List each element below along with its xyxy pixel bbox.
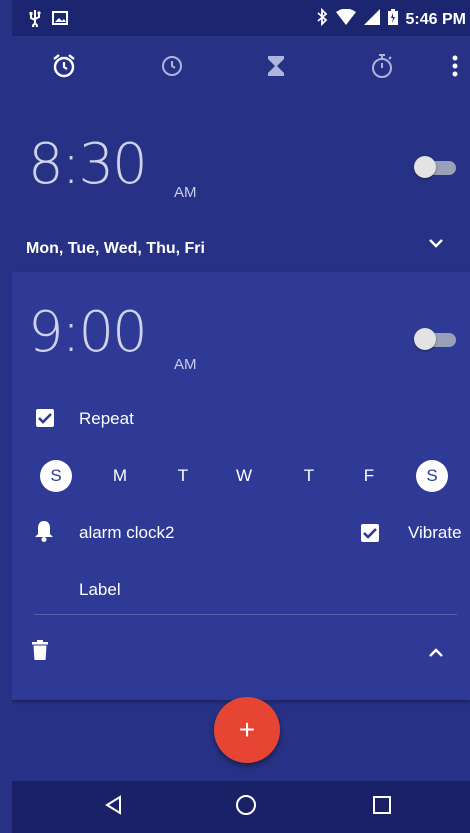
alarm-item-2-expanded: 9:00 AM Repeat S M T W T F S alarm clock…	[12, 272, 470, 700]
vibrate-label: Vibrate	[408, 523, 462, 542]
recents-square-icon	[372, 795, 392, 820]
check-icon	[38, 413, 52, 424]
toggle-thumb	[414, 328, 436, 350]
alarm-time-2[interactable]: 9:00	[28, 300, 148, 365]
alarm-time-1[interactable]: 8:30	[28, 132, 148, 197]
day-toggle-monday[interactable]: M	[104, 460, 136, 492]
more-options-button[interactable]	[441, 54, 469, 82]
tab-bar	[12, 36, 470, 100]
usb-icon	[28, 9, 42, 32]
trash-icon	[32, 640, 48, 664]
clock-icon	[160, 54, 184, 83]
collapse-button[interactable]	[428, 646, 444, 664]
expand-button[interactable]	[428, 236, 444, 254]
navigation-bar	[12, 781, 470, 833]
more-vert-icon	[452, 55, 458, 82]
add-alarm-button[interactable]: +	[214, 697, 280, 763]
label-field[interactable]: Label	[79, 580, 121, 600]
battery-icon	[387, 9, 398, 30]
home-button[interactable]	[234, 794, 258, 821]
repeat-checkbox[interactable]	[36, 409, 54, 427]
day-toggle-friday[interactable]: F	[353, 460, 385, 492]
alarm-ampm-1: AM	[174, 184, 197, 201]
back-button[interactable]	[102, 794, 126, 820]
bell-icon	[34, 521, 54, 546]
image-icon	[52, 11, 68, 30]
day-toggle-thursday[interactable]: T	[293, 460, 325, 492]
clock-app: 5:46 PM 8:30 AM Mon, Tue, Wed, Thu, Fri …	[12, 0, 470, 833]
back-triangle-icon	[104, 794, 124, 820]
toggle-thumb	[414, 156, 436, 178]
day-toggle-saturday[interactable]: S	[416, 460, 448, 492]
alarm-days-summary: Mon, Tue, Wed, Thu, Fri	[26, 240, 205, 257]
tab-stopwatch[interactable]	[368, 53, 396, 84]
hourglass-icon	[266, 55, 286, 82]
chevron-up-icon	[428, 646, 444, 663]
tab-clock[interactable]	[158, 54, 186, 82]
plus-icon: +	[238, 714, 256, 745]
vibrate-checkbox[interactable]	[361, 524, 379, 542]
wifi-icon	[335, 8, 356, 30]
alarm-item-1[interactable]: 8:30 AM Mon, Tue, Wed, Thu, Fri	[12, 100, 470, 272]
status-time: 5:46 PM	[405, 10, 466, 28]
signal-icon	[363, 9, 380, 30]
tab-timer[interactable]	[262, 54, 290, 82]
day-toggle-wednesday[interactable]: W	[228, 460, 260, 492]
day-toggle-tuesday[interactable]: T	[167, 460, 199, 492]
ringtone-button[interactable]	[34, 520, 54, 547]
alarm-icon	[51, 53, 77, 84]
stopwatch-icon	[370, 53, 394, 84]
alarm-toggle-1[interactable]	[414, 152, 456, 182]
home-circle-icon	[235, 794, 257, 821]
recents-button[interactable]	[370, 795, 394, 819]
check-icon	[363, 528, 377, 539]
repeat-label: Repeat	[79, 409, 134, 428]
delete-button[interactable]	[32, 640, 48, 665]
status-bar: 5:46 PM	[12, 0, 470, 36]
day-toggle-sunday[interactable]: S	[40, 460, 72, 492]
bluetooth-icon	[316, 7, 328, 31]
tab-alarm[interactable]	[50, 53, 78, 84]
ringtone-label[interactable]: alarm clock2	[79, 523, 174, 543]
divider	[34, 614, 457, 615]
chevron-down-icon	[428, 236, 444, 253]
alarm-toggle-2[interactable]	[414, 324, 456, 354]
alarm-ampm-2: AM	[174, 356, 197, 373]
